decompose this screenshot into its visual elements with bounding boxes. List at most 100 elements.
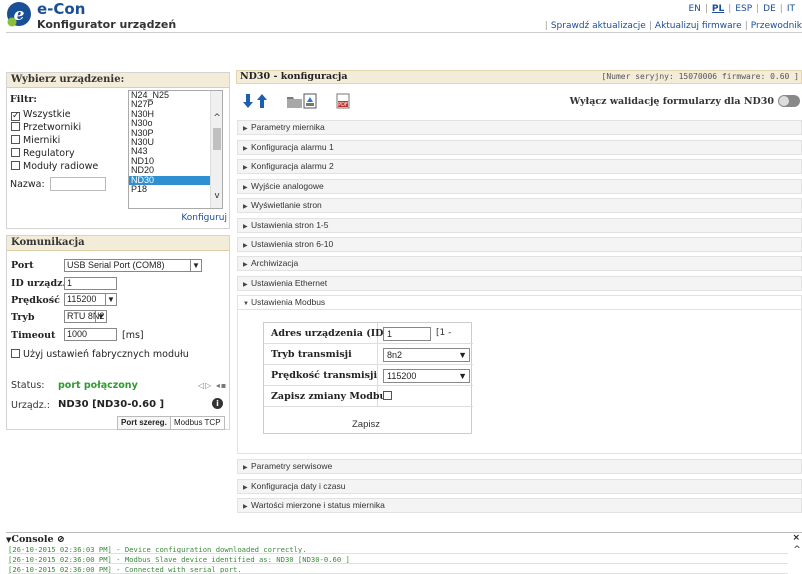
connection-status-value: port połączony	[58, 380, 138, 391]
app-logo-text: e-Con	[37, 0, 86, 18]
filter-meters[interactable]: Mierniki	[11, 135, 60, 146]
mode-label: Tryb	[11, 312, 35, 323]
device-list[interactable]: N24_N25 N27P N30H N30o N30P N30U N43 ND1…	[128, 90, 223, 209]
communication-panel: Komunikacja Port USB Serial Port (COM8) ▼…	[6, 235, 230, 430]
filter-regulators[interactable]: Regulatory	[11, 148, 75, 159]
caret-right-icon: ▶	[243, 165, 248, 171]
factory-settings-option[interactable]: Użyj ustawień fabrycznych modułu	[11, 349, 189, 360]
lang-it[interactable]: IT	[783, 4, 799, 14]
lang-en[interactable]: EN	[684, 4, 704, 14]
section-analog-output[interactable]: ▶ Wyjście analogowe	[237, 179, 802, 194]
save-modbus-checkbox[interactable]	[383, 391, 395, 402]
configure-link[interactable]: Konfiguruj	[181, 213, 227, 223]
caret-right-icon: ▶	[243, 185, 248, 191]
console-title[interactable]: ▼Console ⊘	[6, 534, 65, 545]
lang-esp[interactable]: ESP	[731, 4, 756, 14]
checkbox-icon[interactable]	[11, 148, 20, 157]
section-pages-6-10[interactable]: ▶ Ustawienia stron 6-10	[237, 237, 802, 252]
tab-serial-port[interactable]: Port szereg.	[117, 416, 171, 430]
section-alarm-1[interactable]: ▶ Konfiguracja alarmu 1	[237, 140, 802, 155]
scroll-thumb[interactable]	[213, 128, 221, 150]
transmission-speed-select[interactable]: 115200 ▼	[383, 369, 470, 383]
console-scrollbar[interactable]: ^	[792, 545, 802, 574]
section-measured-values[interactable]: ▶ Wartości mierzone i status miernika	[237, 498, 802, 513]
filter-label: Filtr:	[10, 94, 37, 105]
device-selection-panel: Wybierz urządzenie: Filtr: ✓ Wszystkie Pr…	[6, 72, 230, 229]
save-file-icon[interactable]	[301, 92, 319, 110]
validation-toggle[interactable]	[778, 95, 800, 107]
port-select[interactable]: USB Serial Port (COM8) ▼	[64, 259, 202, 272]
caret-right-icon: ▶	[243, 465, 248, 471]
lang-pl[interactable]: PL	[708, 4, 728, 14]
name-filter-input[interactable]	[50, 177, 106, 191]
checkbox-icon[interactable]	[11, 161, 20, 170]
check-updates-link[interactable]: Sprawdź aktualizacje	[551, 21, 646, 31]
table-row: Adres urządzenia (ID) 1 [1 - 247]	[264, 323, 473, 359]
filter-radio-modules[interactable]: Moduły radiowe	[11, 161, 98, 172]
guide-link[interactable]: Przewodnik	[751, 21, 802, 31]
update-firmware-link[interactable]: Aktualizuj firmware	[655, 21, 742, 31]
checkbox-icon[interactable]	[383, 391, 392, 400]
device-label: Urządz.:	[11, 400, 50, 411]
section-archiving[interactable]: ▶ Archiwizacja	[237, 256, 802, 271]
pdf-export-icon[interactable]: PDF	[334, 92, 352, 110]
timeout-input[interactable]: 1000	[64, 328, 117, 341]
chevron-down-icon[interactable]: v	[211, 191, 222, 201]
clear-console-icon[interactable]: ⊘	[57, 534, 65, 545]
transmission-mode-label: Tryb transmisji	[264, 344, 378, 364]
checkbox-checked-icon[interactable]: ✓	[11, 112, 20, 121]
section-service-params[interactable]: ▶ Parametry serwisowe	[237, 459, 802, 474]
device-list-scrollbar[interactable]: ^ v	[210, 91, 222, 208]
upload-arrow-icon[interactable]	[254, 92, 272, 110]
main-title-bar: ND30 - konfiguracja [Numer seryjny: 1507…	[236, 70, 802, 84]
connected-device-value: ND30 [ND30-0.60 ]	[58, 399, 165, 410]
toggle-knob[interactable]	[779, 96, 789, 106]
console-line: [26-10-2015 02:36:03 PM] - Device config…	[8, 545, 788, 554]
section-alarm-2[interactable]: ▶ Konfiguracja alarmu 2	[237, 159, 802, 174]
save-button[interactable]: Zapisz	[352, 414, 380, 435]
address-input[interactable]: 1	[383, 327, 431, 341]
mode-select[interactable]: RTU 8N2 ▼	[64, 310, 107, 323]
section-date-time[interactable]: ▶ Konfiguracja daty i czasu	[237, 479, 802, 494]
console-line: [26-10-2015 02:36:00 PM] - Connected wit…	[8, 565, 788, 574]
checkbox-icon[interactable]	[11, 135, 20, 144]
top-links: | Sprawdź aktualizacje | Aktualizuj firmwar…	[544, 21, 802, 31]
filter-all[interactable]: ✓ Wszystkie	[11, 109, 71, 121]
caret-right-icon: ▶	[243, 224, 248, 230]
caret-right-icon: ▶	[243, 204, 248, 210]
tab-modbus-tcp[interactable]: Modbus TCP	[170, 416, 225, 430]
transmission-mode-select[interactable]: 8n2 ▼	[383, 348, 470, 362]
svg-text:PDF: PDF	[338, 102, 348, 108]
disable-validation-label: Wyłącz walidację formularzy dla ND30	[569, 96, 774, 107]
chevron-down-icon: ▼	[95, 311, 106, 322]
console-panel: ▼Console ⊘ × [26-10-2015 02:36:03 PM] - …	[6, 532, 802, 574]
checkbox-icon[interactable]	[11, 349, 20, 358]
lang-de[interactable]: DE	[759, 4, 780, 14]
modbus-settings-table: Adres urządzenia (ID) 1 [1 - 247] Tryb t…	[263, 322, 473, 435]
section-meter-params[interactable]: ▶ Parametry miernika	[237, 120, 802, 135]
device-id-label: ID urządz.	[11, 278, 66, 289]
chevron-up-icon[interactable]: ^	[211, 113, 222, 123]
header-divider	[6, 32, 802, 33]
list-item[interactable]: P18	[129, 184, 222, 194]
info-icon[interactable]: i	[212, 398, 223, 409]
speed-select[interactable]: 115200 ▼	[64, 293, 117, 306]
caret-right-icon: ▶	[243, 146, 248, 152]
caret-right-icon: ▶	[243, 126, 248, 132]
speed-label: Prędkość	[11, 295, 60, 306]
chevron-down-icon: ▼	[458, 371, 467, 381]
device-id-input[interactable]: 1	[64, 277, 117, 290]
table-row: Prędkość transmisji 115200 ▼	[264, 365, 473, 386]
checkbox-icon[interactable]	[11, 122, 20, 131]
chevron-up-icon[interactable]: ^	[792, 545, 802, 555]
close-icon[interactable]: ×	[792, 533, 800, 543]
comm-panel-title: Komunikacja	[7, 236, 229, 251]
section-ethernet[interactable]: ▶ Ustawienia Ethernet	[237, 276, 802, 291]
section-page-display[interactable]: ▶ Wyświetlanie stron	[237, 198, 802, 213]
filter-transducers[interactable]: Przetworniki	[11, 122, 81, 133]
section-pages-1-5[interactable]: ▶ Ustawienia stron 1-5	[237, 218, 802, 233]
section-modbus[interactable]: ▼ Ustawienia Modbus	[237, 295, 802, 310]
caret-right-icon: ▶	[243, 282, 248, 288]
caret-right-icon: ▶	[243, 243, 248, 249]
table-row: Zapisz zmiany Modbus	[264, 386, 473, 407]
